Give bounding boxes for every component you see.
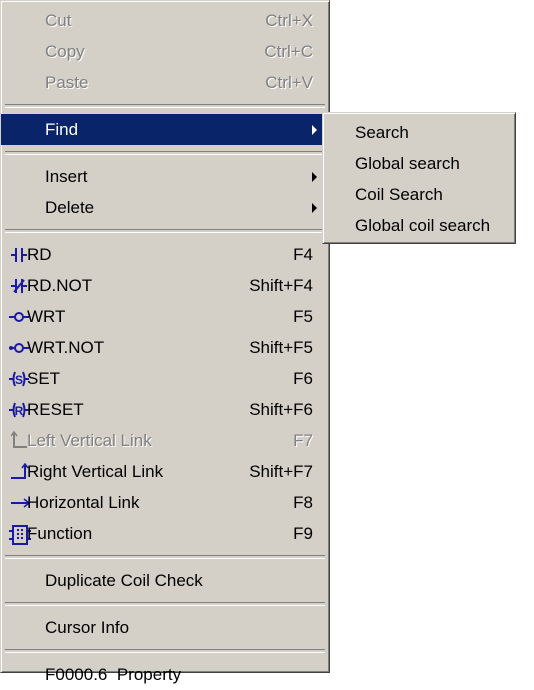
shortcut-label: Shift+F7 (249, 462, 313, 481)
svg-text:R: R (15, 404, 24, 418)
menu-item-label: Copy (45, 42, 85, 61)
shortcut-label: Ctrl+C (264, 42, 313, 61)
menu-item-label: RD.NOT (27, 276, 93, 295)
submenu-item-coil-search[interactable]: Coil Search (323, 179, 515, 210)
set-coil-icon: S (9, 369, 29, 389)
contact-nc-icon (11, 276, 27, 296)
menu-separator (5, 555, 325, 559)
menu-item-rd[interactable]: RD F4 (1, 239, 329, 270)
shortcut-label: Shift+F5 (249, 338, 313, 357)
menu-item-label: Cursor Info (45, 618, 130, 637)
shortcut-label: F7 (293, 431, 313, 450)
submenu-arrow-icon (312, 125, 317, 135)
shortcut-label: Ctrl+X (265, 11, 313, 30)
submenu-item-global-search[interactable]: Global search (323, 148, 515, 179)
menu-item-paste[interactable]: Paste Ctrl+V (1, 67, 329, 98)
submenu-arrow-icon (312, 203, 317, 213)
menu-item-label: Paste (45, 73, 89, 92)
menu-item-duplicate-coil-check[interactable]: Duplicate Coil Check (1, 565, 329, 596)
menu-item-function[interactable]: Function F9 (1, 518, 329, 549)
submenu-item-search[interactable]: Search (323, 117, 515, 148)
menu-item-label: RD (27, 245, 52, 264)
menu-item-label: Cut (45, 11, 72, 30)
menu-item-left-vertical-link[interactable]: Left Vertical Link F7 (1, 425, 329, 456)
find-submenu: Search Global search Coil Search Global … (322, 112, 516, 244)
menu-item-reset[interactable]: R RESET Shift+F6 (1, 394, 329, 425)
shortcut-label: Ctrl+V (265, 73, 313, 92)
shortcut-label: F5 (293, 307, 313, 326)
coil-not-icon (9, 338, 29, 358)
menu-item-cursor-info[interactable]: Cursor Info (1, 612, 329, 643)
menu-separator (5, 649, 325, 653)
menu-item-label: SET (27, 369, 61, 388)
menu-item-right-vertical-link[interactable]: Right Vertical Link Shift+F7 (1, 456, 329, 487)
menu-item-label: Duplicate Coil Check (45, 571, 203, 590)
submenu-arrow-icon (312, 172, 317, 182)
menu-item-wrt-not[interactable]: WRT.NOT Shift+F5 (1, 332, 329, 363)
menu-item-delete[interactable]: Delete (1, 192, 329, 223)
shortcut-label: Shift+F6 (249, 400, 313, 419)
menu-separator (5, 229, 325, 233)
shortcut-label: F6 (293, 369, 313, 388)
coil-icon (9, 307, 29, 327)
menu-item-copy[interactable]: Copy Ctrl+C (1, 36, 329, 67)
menu-item-label: Horizontal Link (27, 493, 140, 512)
menu-item-insert[interactable]: Insert (1, 161, 329, 192)
submenu-item-global-coil-search[interactable]: Global coil search (323, 210, 515, 241)
reset-coil-icon: R (9, 400, 29, 420)
menu-item-label: Function (27, 524, 93, 543)
menu-separator (5, 104, 325, 108)
menu-item-label: Delete (45, 198, 95, 217)
shortcut-label: F9 (293, 524, 313, 543)
menu-separator (5, 602, 325, 606)
contact-no-icon (11, 245, 27, 265)
menu-item-label: Find (45, 120, 79, 139)
menu-item-label: WRT (27, 307, 66, 326)
shortcut-label: F8 (293, 493, 313, 512)
shortcut-label: F4 (293, 245, 313, 264)
menu-item-label: Right Vertical Link (27, 462, 164, 481)
menu-item-label: F0000.6 Property (45, 665, 182, 684)
shortcut-label: Shift+F4 (249, 276, 313, 295)
menu-item-label: WRT.NOT (27, 338, 105, 357)
menu-item-find[interactable]: Find (1, 114, 329, 145)
context-menu: Cut Ctrl+X Copy Ctrl+C Paste Ctrl+V Find… (0, 0, 330, 684)
menu-item-property[interactable]: F0000.6 Property (1, 659, 329, 690)
menu-item-label: Insert (45, 167, 88, 186)
menu-item-label: Left Vertical Link (27, 431, 152, 450)
svg-text:S: S (15, 373, 23, 387)
menu-item-wrt[interactable]: WRT F5 (1, 301, 329, 332)
menu-separator (5, 151, 325, 155)
menu-item-cut[interactable]: Cut Ctrl+X (1, 5, 329, 36)
menu-item-horizontal-link[interactable]: Horizontal Link F8 (1, 487, 329, 518)
menu-item-rd-not[interactable]: RD.NOT Shift+F4 (1, 270, 329, 301)
menu-item-label: RESET (27, 400, 84, 419)
menu-item-set[interactable]: S SET F6 (1, 363, 329, 394)
